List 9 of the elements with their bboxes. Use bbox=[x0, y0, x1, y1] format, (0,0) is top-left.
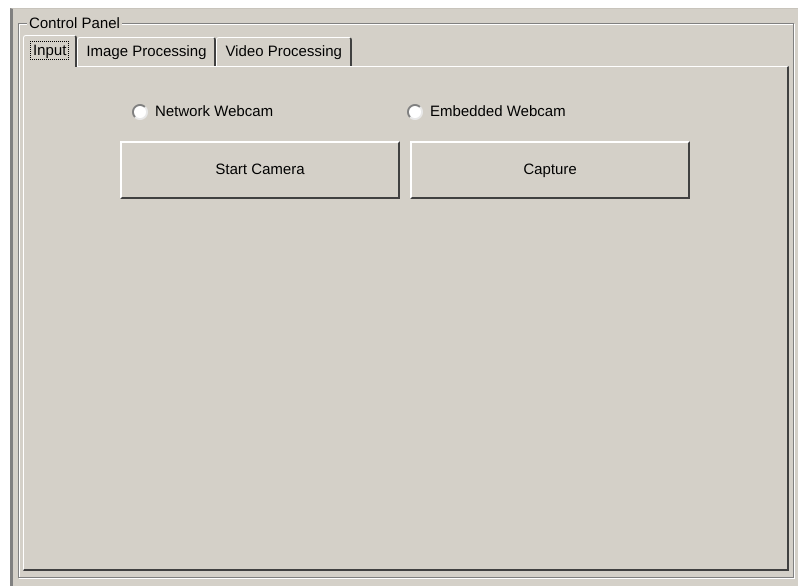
tab[interactable]: Image Processing bbox=[77, 37, 216, 66]
tab[interactable]: Video Processing bbox=[216, 37, 352, 66]
radio-option[interactable]: Embedded Webcam bbox=[407, 100, 566, 124]
push-button[interactable]: Start Camera bbox=[120, 141, 400, 199]
radio-button[interactable] bbox=[132, 104, 148, 120]
radio-button[interactable] bbox=[407, 104, 423, 120]
push-button[interactable]: Capture bbox=[410, 141, 690, 199]
radio-option[interactable]: Network Webcam bbox=[120, 100, 407, 124]
tab[interactable]: Input bbox=[23, 35, 78, 67]
